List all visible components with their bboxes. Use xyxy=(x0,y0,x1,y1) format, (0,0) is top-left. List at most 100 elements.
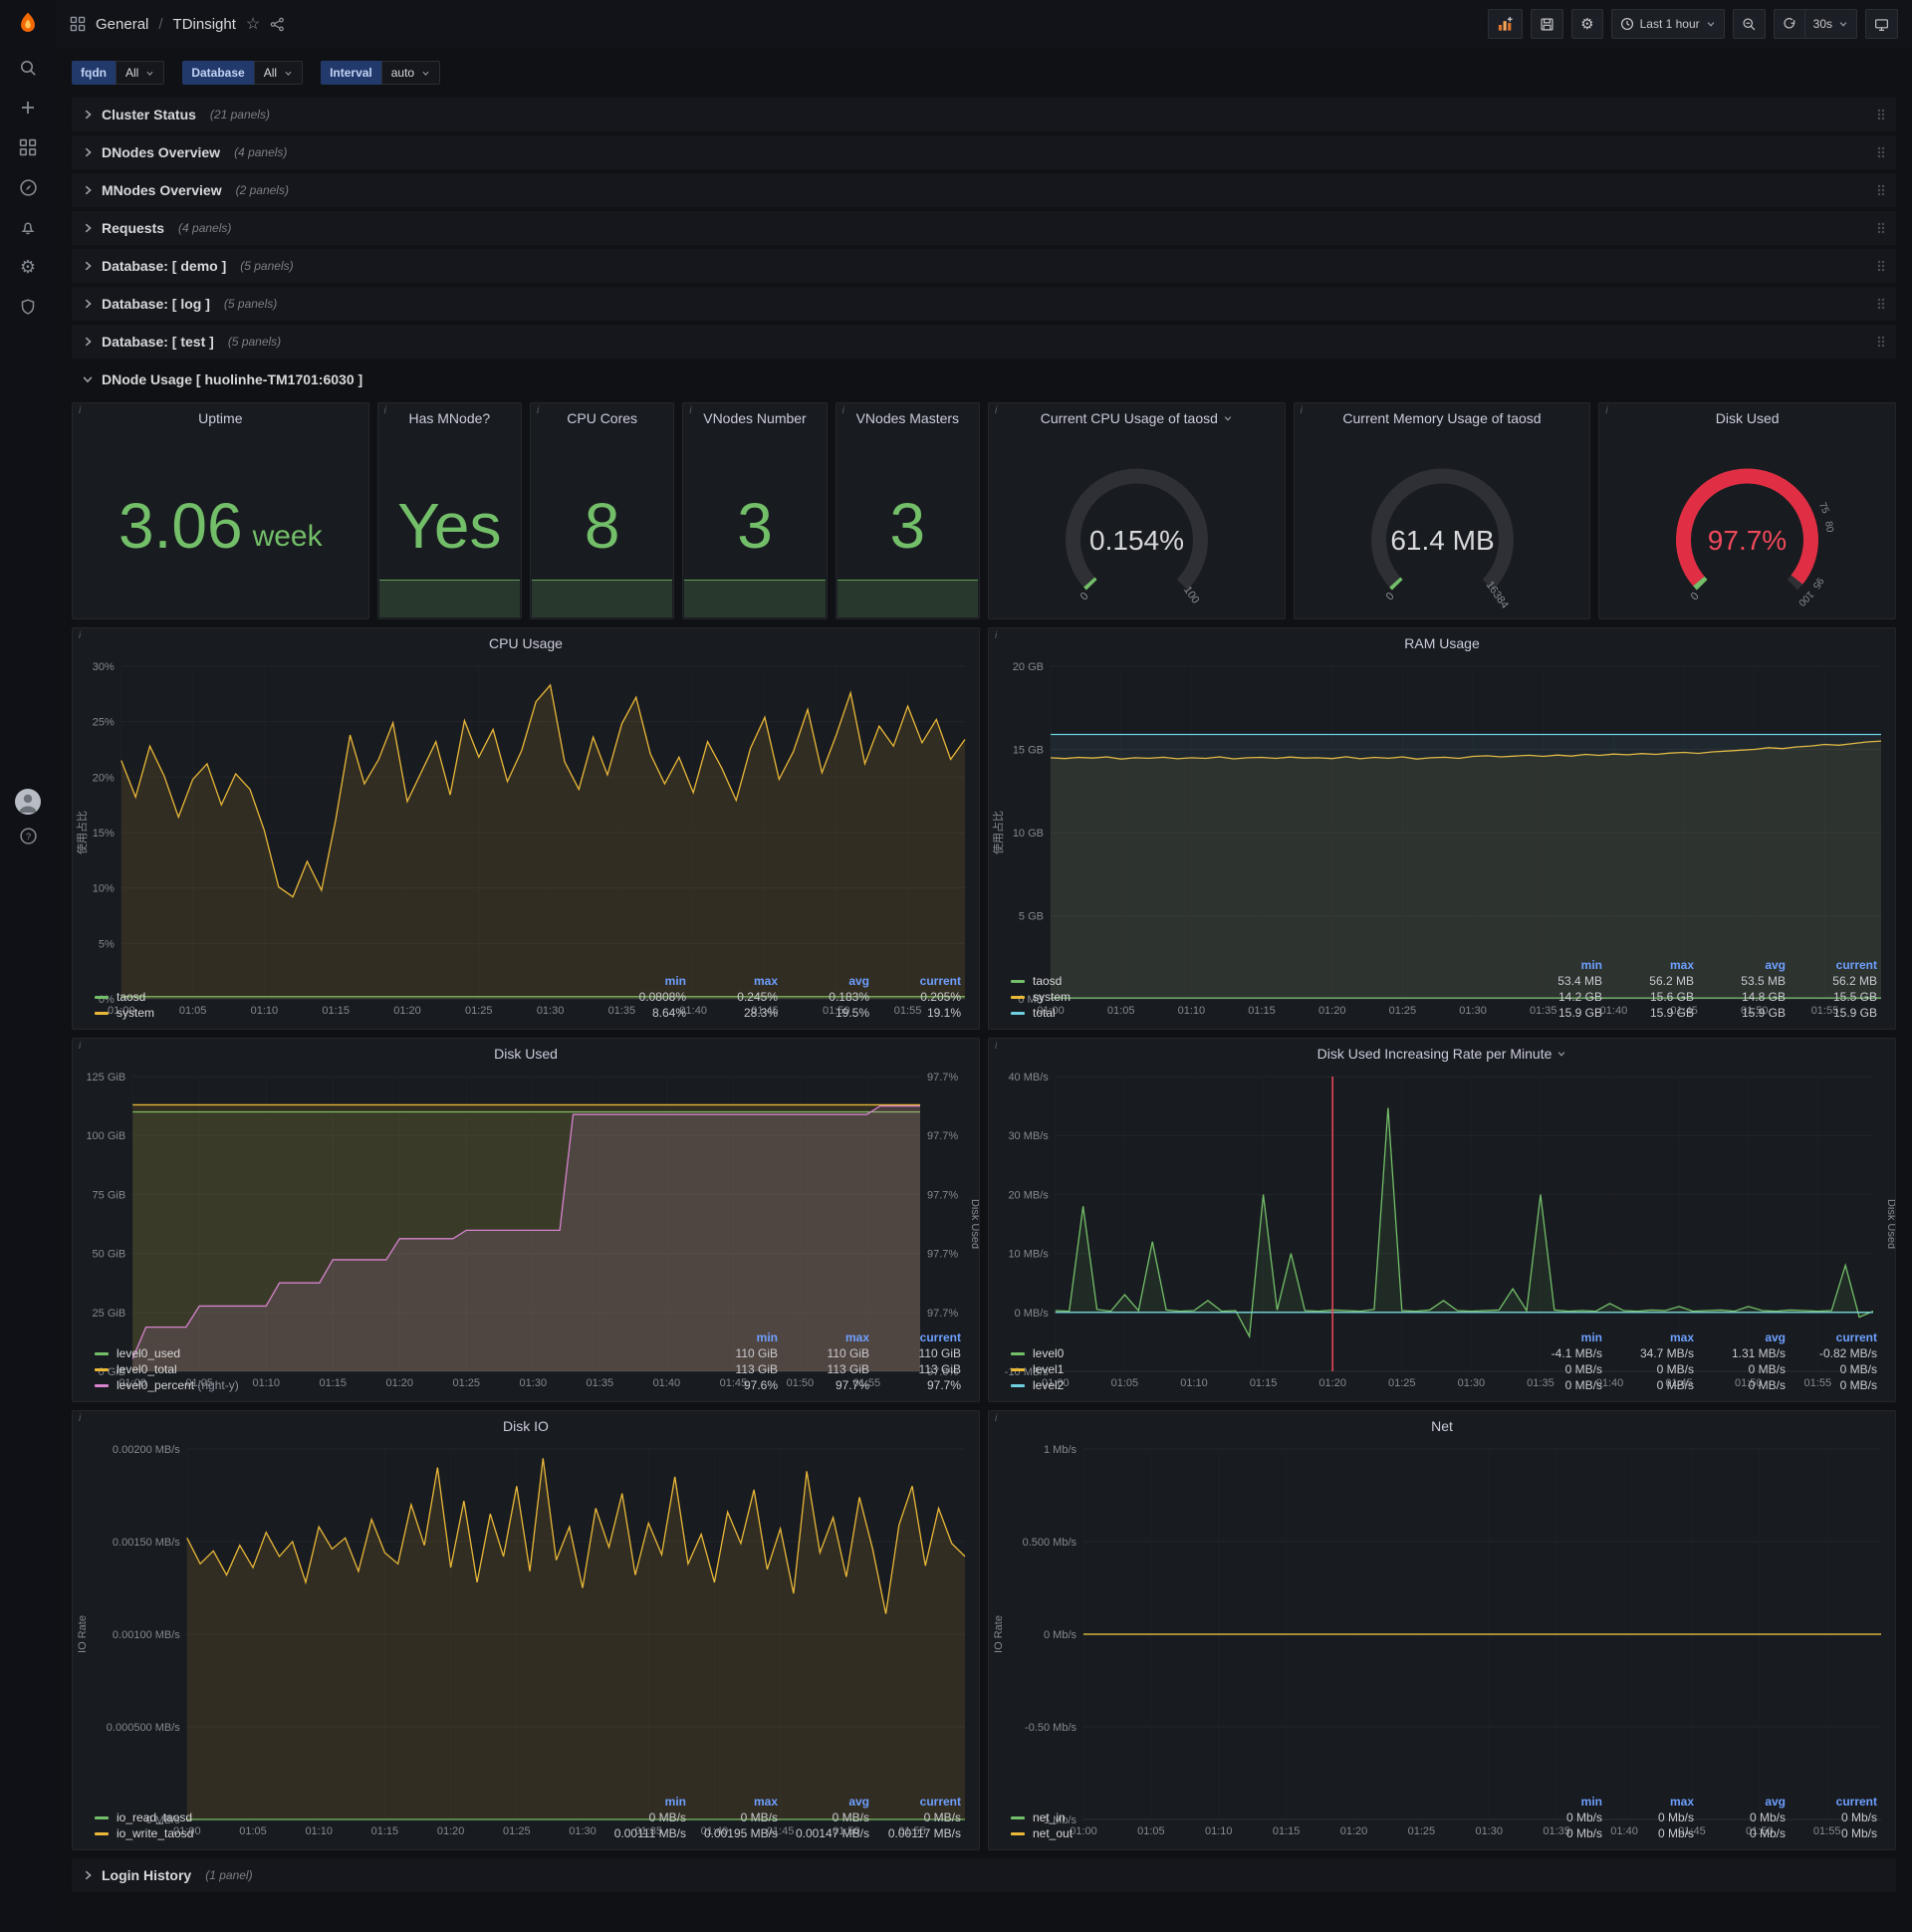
sidebar-search-button[interactable] xyxy=(0,48,56,88)
refresh-dashboard-button[interactable] xyxy=(1773,9,1804,39)
legend-column-current[interactable]: current xyxy=(873,1329,965,1345)
drag-handle-icon[interactable] xyxy=(1876,259,1886,273)
refresh-interval-select[interactable]: 30s xyxy=(1803,9,1857,39)
panel-title[interactable]: Disk Used xyxy=(1599,403,1895,433)
legend-series-taosd[interactable]: taosd xyxy=(91,989,598,1005)
legend-series-system[interactable]: system xyxy=(1007,989,1515,1005)
legend-value: 1.31 MB/s xyxy=(1731,1346,1786,1360)
legend-column-min[interactable]: min xyxy=(1515,1329,1606,1345)
row-database-log[interactable]: Database: [ log ] (5 panels) xyxy=(72,287,1896,321)
user-profile-button[interactable] xyxy=(0,789,56,815)
variable-value-interval[interactable]: auto xyxy=(380,61,441,85)
dashboard-settings-button[interactable]: ⚙ xyxy=(1571,9,1603,39)
panel-title[interactable]: Net xyxy=(989,1411,1895,1441)
legend-series-taosd[interactable]: taosd xyxy=(1007,973,1515,989)
legend-column-max[interactable]: max xyxy=(782,1329,873,1345)
legend-series-level2[interactable]: level2 xyxy=(1007,1377,1515,1393)
row-cluster-status[interactable]: Cluster Status (21 panels) xyxy=(72,98,1896,131)
legend-series-net_in[interactable]: net_in xyxy=(1007,1810,1515,1825)
panel-disk-used-gauge: i Disk Used 0 75 80 95 100 97.7% xyxy=(1598,402,1896,619)
sidebar-server-admin-button[interactable] xyxy=(0,287,56,327)
panel-title[interactable]: Disk IO xyxy=(73,1411,979,1441)
legend-column-max[interactable]: max xyxy=(690,973,782,989)
variable-value-fqdn[interactable]: All xyxy=(116,61,165,85)
legend-column-avg[interactable]: avg xyxy=(1698,1794,1790,1810)
row-dnodes-overview[interactable]: DNodes Overview (4 panels) xyxy=(72,135,1896,169)
save-dashboard-button[interactable] xyxy=(1531,9,1564,39)
drag-handle-icon[interactable] xyxy=(1876,183,1886,197)
drag-handle-icon[interactable] xyxy=(1876,108,1886,121)
legend-column-max[interactable]: max xyxy=(1606,957,1698,973)
legend-series-net_out[interactable]: net_out xyxy=(1007,1825,1515,1841)
grafana-logo[interactable] xyxy=(0,0,56,48)
drag-handle-icon[interactable] xyxy=(1876,335,1886,349)
legend-column-max[interactable]: max xyxy=(1606,1329,1698,1345)
row-login-history[interactable]: Login History (1 panel) xyxy=(72,1858,1896,1892)
sidebar-explore-button[interactable] xyxy=(0,167,56,207)
sidebar-alerting-button[interactable] xyxy=(0,207,56,247)
row-requests[interactable]: Requests (4 panels) xyxy=(72,211,1896,245)
breadcrumb-page[interactable]: TDinsight xyxy=(173,16,236,33)
legend-column-min[interactable]: min xyxy=(690,1329,782,1345)
legend-series-system[interactable]: system xyxy=(91,1005,598,1021)
panel-title[interactable]: Current Memory Usage of taosd xyxy=(1295,403,1590,433)
row-database-test[interactable]: Database: [ test ] (5 panels) xyxy=(72,325,1896,359)
sidebar-dashboards-button[interactable] xyxy=(0,127,56,167)
add-panel-button[interactable] xyxy=(1488,9,1524,39)
legend-column-current[interactable]: current xyxy=(873,973,965,989)
series-color-marker xyxy=(1011,1352,1025,1356)
drag-handle-icon[interactable] xyxy=(1876,297,1886,311)
panel-title[interactable]: VNodes Number xyxy=(683,403,826,433)
legend-column-current[interactable]: current xyxy=(873,1794,965,1810)
svg-text:5%: 5% xyxy=(99,938,115,950)
legend-column-max[interactable]: max xyxy=(1606,1794,1698,1810)
legend-column-current[interactable]: current xyxy=(1790,957,1881,973)
panel-title[interactable]: Disk Used xyxy=(73,1039,979,1069)
legend-column-min[interactable]: min xyxy=(598,1794,690,1810)
legend-series-level1[interactable]: level1 xyxy=(1007,1361,1515,1377)
legend-column-min[interactable]: min xyxy=(598,973,690,989)
panel-title[interactable]: Uptime xyxy=(73,403,368,433)
legend-series-io_read_taosd[interactable]: io_read_taosd xyxy=(91,1810,598,1825)
panel-title[interactable]: Current CPU Usage of taosd xyxy=(989,403,1285,433)
panel-title[interactable]: CPU Cores xyxy=(531,403,673,433)
panel-title[interactable]: RAM Usage xyxy=(989,628,1895,658)
cycle-view-mode-button[interactable] xyxy=(1865,9,1898,39)
legend-column-avg[interactable]: avg xyxy=(782,1794,873,1810)
panel-title[interactable]: Has MNode? xyxy=(378,403,521,433)
legend-column-current[interactable]: current xyxy=(1790,1329,1881,1345)
time-range-picker[interactable]: Last 1 hour xyxy=(1610,9,1725,39)
legend-column-max[interactable]: max xyxy=(690,1794,782,1810)
sidebar-create-button[interactable] xyxy=(0,88,56,127)
legend-value: 0 MB/s xyxy=(1656,1362,1694,1376)
legend-column-avg[interactable]: avg xyxy=(782,973,873,989)
row-dnode-usage[interactable]: DNode Usage [ huolinhe-TM1701:6030 ] xyxy=(72,362,1896,396)
variable-value-database[interactable]: All xyxy=(253,61,304,85)
legend-series-io_write_taosd[interactable]: io_write_taosd xyxy=(91,1825,598,1841)
legend-series-level0_used[interactable]: level0_used xyxy=(91,1345,690,1361)
legend-column-current[interactable]: current xyxy=(1790,1794,1881,1810)
zoom-out-time-button[interactable] xyxy=(1732,9,1766,39)
row-mnodes-overview[interactable]: MNodes Overview (2 panels) xyxy=(72,173,1896,207)
stat-unit: week xyxy=(252,520,323,553)
help-button[interactable]: ? xyxy=(0,827,56,845)
legend-column-min[interactable]: min xyxy=(1515,1794,1606,1810)
legend-column-avg[interactable]: avg xyxy=(1698,1329,1790,1345)
legend-column-min[interactable]: min xyxy=(1515,957,1606,973)
drag-handle-icon[interactable] xyxy=(1876,145,1886,159)
legend-series-level0_percent[interactable]: level0_percent (right-y) xyxy=(91,1377,690,1393)
panel-title[interactable]: CPU Usage xyxy=(73,628,979,658)
legend-series-total[interactable]: total xyxy=(1007,1005,1515,1021)
legend-series-level0_total[interactable]: level0_total xyxy=(91,1361,690,1377)
share-dashboard-button[interactable] xyxy=(270,17,285,32)
panel-title[interactable]: VNodes Masters xyxy=(836,403,979,433)
breadcrumb-section[interactable]: General xyxy=(96,16,148,33)
sidebar-configuration-button[interactable]: ⚙ xyxy=(0,247,56,287)
legend-column-avg[interactable]: avg xyxy=(1698,957,1790,973)
star-dashboard-button[interactable]: ☆ xyxy=(246,14,260,34)
panel-title[interactable]: Disk Used Increasing Rate per Minute xyxy=(989,1039,1895,1069)
row-database-demo[interactable]: Database: [ demo ] (5 panels) xyxy=(72,249,1896,283)
drag-handle-icon[interactable] xyxy=(1876,221,1886,235)
row-title: Requests xyxy=(102,220,165,236)
legend-series-level0[interactable]: level0 xyxy=(1007,1345,1515,1361)
